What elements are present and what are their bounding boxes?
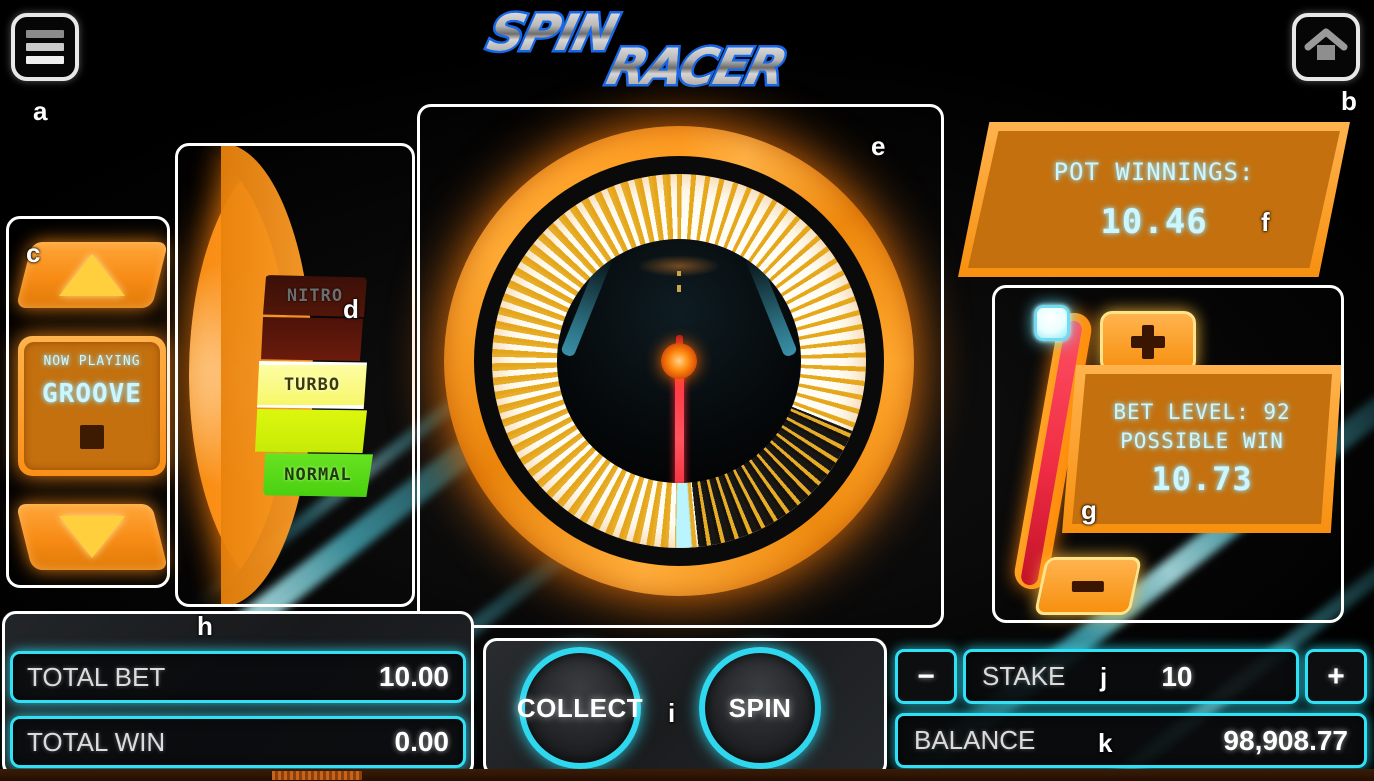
now-playing-track: GROOVE: [42, 379, 142, 409]
minus-icon: −: [917, 659, 935, 693]
wheel-hub-icon: [557, 239, 801, 483]
annotation-f: f: [1261, 207, 1270, 237]
gear-level-turbo-fill[interactable]: [255, 409, 367, 453]
bottom-chip-decoration: [272, 771, 362, 780]
game-logo: SPIN SPIN RACER RACER: [455, 2, 915, 100]
balance-row: BALANCE 98,908.77: [895, 713, 1367, 768]
stake-label: STAKE: [982, 661, 1066, 691]
totals-panel: TOTAL BET 10.00 TOTAL WIN 0.00: [2, 611, 474, 777]
action-button-panel: COLLECT SPIN: [483, 638, 887, 777]
home-icon: [1304, 28, 1348, 60]
pot-winnings-value: 10.46: [1100, 201, 1208, 242]
possible-win-value: 10.73: [1151, 460, 1253, 498]
annotation-i: i: [668, 698, 676, 728]
plus-icon: +: [1327, 659, 1345, 693]
slider-knob-icon[interactable]: [1034, 305, 1070, 341]
spin-wheel[interactable]: [417, 104, 944, 628]
annotation-h: h: [197, 611, 213, 641]
total-win-row: TOTAL WIN 0.00: [10, 716, 466, 768]
stake-decrease-button[interactable]: −: [895, 649, 957, 704]
collect-button-label: COLLECT: [516, 692, 644, 723]
bet-info-inner: BET LEVEL: 92 POSSIBLE WIN 10.73: [1072, 374, 1332, 524]
annotation-j: j: [1100, 662, 1108, 692]
stop-square-icon[interactable]: [80, 425, 104, 449]
gear-level-label: NORMAL: [284, 465, 352, 485]
bet-level-label: BET LEVEL: 92: [1113, 400, 1291, 424]
stake-increase-button[interactable]: +: [1305, 649, 1367, 704]
annotation-c: c: [26, 238, 41, 268]
total-bet-value: 10.00: [378, 661, 449, 692]
collect-button[interactable]: COLLECT: [516, 647, 644, 769]
triangle-down-icon: [59, 516, 125, 558]
spin-racer-logo-icon: SPIN SPIN RACER RACER: [480, 2, 794, 98]
spin-button[interactable]: SPIN: [699, 647, 821, 769]
total-win-value: 0.00: [394, 726, 450, 757]
gear-level-label: NITRO: [286, 286, 344, 306]
pot-winnings-label: POT WINNINGS:: [1053, 157, 1255, 186]
stake-value: 10: [1161, 660, 1193, 692]
stake-balance-panel: − STAKE 10 + BALANCE 98,908.77: [895, 645, 1367, 777]
spin-button-label: SPIN: [728, 692, 792, 723]
annotation-d: d: [343, 294, 359, 324]
gear-level-turbo[interactable]: TURBO: [257, 361, 367, 409]
gear-level-normal[interactable]: NORMAL: [263, 453, 373, 497]
annotation-e: e: [871, 131, 886, 161]
home-button[interactable]: [1292, 13, 1360, 81]
bet-level-panel: BET LEVEL: 92 POSSIBLE WIN 10.73: [992, 285, 1344, 623]
now-playing-label: NOW PLAYING: [43, 354, 141, 369]
pot-winnings-panel: POT WINNINGS: 10.46: [958, 122, 1350, 277]
svg-text:RACER: RACER: [602, 38, 791, 96]
game-screen: a b SPIN SPIN RACER RACER NOW PLAYING GR…: [0, 0, 1374, 781]
menu-button[interactable]: [11, 13, 79, 81]
total-bet-label: TOTAL BET: [27, 661, 166, 692]
annotation-g: g: [1081, 495, 1097, 525]
svg-text:SPIN: SPIN: [482, 4, 623, 62]
stake-row: − STAKE 10 +: [895, 649, 1367, 704]
now-playing-display[interactable]: NOW PLAYING GROOVE: [18, 336, 166, 476]
plus-icon: [1131, 325, 1165, 359]
music-prev-button[interactable]: [15, 504, 169, 570]
needle-pointer-icon: [674, 361, 684, 483]
hamburger-menu-icon: [26, 30, 64, 38]
bet-decrease-button[interactable]: [1033, 557, 1143, 615]
annotation-a: a: [33, 96, 48, 126]
bottom-trim-strip: [0, 769, 1374, 781]
hub-cap-icon: [661, 343, 697, 379]
triangle-up-icon: [59, 254, 125, 296]
bet-increase-button[interactable]: [1100, 311, 1196, 373]
total-win-label: TOTAL WIN: [27, 726, 166, 757]
gear-selector-panel: NITRO TURBO NORMAL: [175, 143, 415, 607]
balance-value: 98,908.77: [1223, 724, 1348, 756]
hamburger-menu-icon: [26, 43, 64, 51]
gear-level-label: TURBO: [283, 375, 341, 395]
stake-field[interactable]: STAKE 10: [963, 649, 1299, 704]
music-control-panel: NOW PLAYING GROOVE: [6, 216, 170, 588]
total-bet-row: TOTAL BET 10.00: [10, 651, 466, 703]
minus-icon: [1072, 580, 1104, 592]
annotation-k: k: [1098, 728, 1113, 758]
possible-win-label: POSSIBLE WIN: [1120, 429, 1284, 453]
hamburger-menu-icon: [26, 56, 64, 64]
pot-panel-inner: POT WINNINGS: 10.46: [968, 131, 1340, 268]
balance-label: BALANCE: [914, 725, 1036, 755]
annotation-b: b: [1341, 86, 1357, 116]
